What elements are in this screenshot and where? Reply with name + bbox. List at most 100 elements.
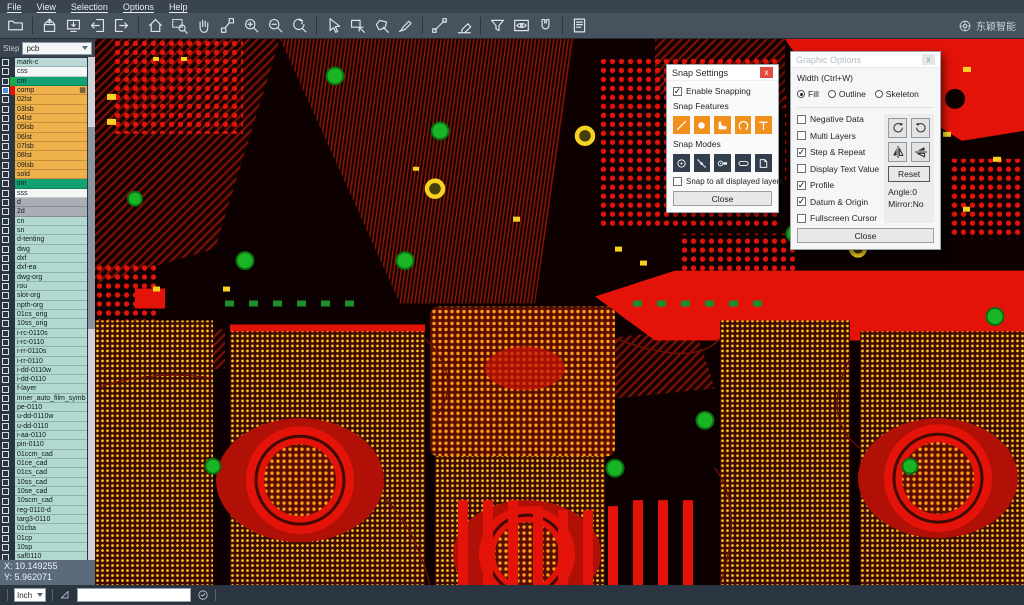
layer-visibility-checkbox[interactable] — [2, 451, 9, 458]
layer-visibility-checkbox[interactable] — [2, 134, 9, 141]
snap-mode-pad-icon[interactable] — [714, 154, 731, 172]
layer-visibility-checkbox[interactable] — [2, 246, 9, 253]
layer-row[interactable]: f-layer — [1, 384, 87, 393]
layer-visibility-checkbox[interactable] — [2, 96, 9, 103]
layer-row[interactable]: i-rc-0110s — [1, 329, 87, 338]
layer-visibility-checkbox[interactable] — [2, 106, 9, 113]
layer-row[interactable]: sm — [1, 179, 87, 188]
snap-settings-titlebar[interactable]: Snap Settings x — [667, 65, 778, 81]
brush-icon[interactable] — [394, 15, 417, 36]
layer-row[interactable]: 01cs_cad — [1, 468, 87, 477]
layer-visibility-checkbox[interactable] — [2, 208, 9, 215]
layer-row[interactable]: 06lst — [1, 133, 87, 142]
layer-row[interactable]: 05lsb — [1, 123, 87, 132]
filter-icon[interactable] — [486, 15, 509, 36]
layer-visibility-checkbox[interactable] — [2, 124, 9, 131]
home-icon[interactable] — [144, 15, 167, 36]
snap-feature-arc-icon[interactable] — [735, 116, 752, 134]
rot-cw-icon[interactable] — [888, 118, 907, 138]
option-checkbox[interactable]: ✓ — [797, 148, 806, 157]
scrollbar-thumb[interactable] — [88, 127, 95, 328]
option-checkbox[interactable]: ✓ — [797, 197, 806, 206]
layer-visibility-checkbox[interactable] — [2, 330, 9, 337]
layer-row[interactable]: 04lst — [1, 114, 87, 123]
layer-row[interactable]: 07lsb — [1, 142, 87, 151]
layer-visibility-checkbox[interactable] — [2, 152, 9, 159]
page-export-icon[interactable] — [110, 15, 133, 36]
menu-item-help[interactable]: Help — [169, 2, 188, 12]
layer-row[interactable]: dwg — [1, 245, 87, 254]
layer-visibility-checkbox[interactable] — [2, 554, 9, 560]
layer-visibility-checkbox[interactable] — [2, 348, 9, 355]
layer-visibility-checkbox[interactable] — [2, 283, 9, 290]
snap-feature-line-icon[interactable] — [673, 116, 690, 134]
layer-row[interactable]: pe-0110 — [1, 403, 87, 412]
option-checkbox[interactable]: ✓ — [797, 181, 806, 190]
layer-row[interactable]: inner_auto_film_symb — [1, 394, 87, 403]
option-display-text-value[interactable]: Display Text Value — [797, 164, 879, 174]
layer-visibility-checkbox[interactable] — [2, 292, 9, 299]
radio-skeleton[interactable]: Skeleton — [875, 89, 919, 99]
layer-row[interactable]: 01cba — [1, 524, 87, 533]
radio-outline[interactable]: Outline — [828, 89, 866, 99]
flip-v-icon[interactable] — [911, 142, 930, 162]
layer-row[interactable]: u-dd-0110w — [1, 412, 87, 421]
layer-row[interactable]: cm — [1, 77, 87, 86]
layer-row[interactable]: d-tenting — [1, 235, 87, 244]
unit-select[interactable]: Inch — [14, 588, 46, 602]
option-multi-layers[interactable]: Multi Layers — [797, 131, 879, 141]
layer-row[interactable]: i-aa-0110 — [1, 431, 87, 440]
option-negative-data[interactable]: Negative Data — [797, 114, 879, 124]
layer-row[interactable]: dwg-org — [1, 273, 87, 282]
snap-all-layers-option[interactable]: Snap to all displayed layers — [673, 177, 772, 186]
layer-visibility-checkbox[interactable] — [2, 414, 9, 421]
layer-visibility-checkbox[interactable] — [2, 423, 9, 430]
layer-visibility-checkbox[interactable] — [2, 507, 9, 514]
layer-row[interactable]: i-dd-0110 — [1, 375, 87, 384]
snap-close-button[interactable]: Close — [673, 191, 772, 206]
layer-visibility-checkbox[interactable] — [2, 227, 9, 234]
layer-visibility-checkbox[interactable] — [2, 190, 9, 197]
layer-visibility-checkbox[interactable] — [2, 59, 9, 66]
layer-row[interactable]: 03lsb — [1, 105, 87, 114]
layer-row[interactable]: 09lsb — [1, 161, 87, 170]
layer-row[interactable]: rou — [1, 282, 87, 291]
layer-row[interactable]: dxf — [1, 254, 87, 263]
snap-mode-center-icon[interactable] — [673, 154, 690, 172]
layer-visibility-checkbox[interactable] — [2, 498, 9, 505]
layer-row[interactable]: 01cp — [1, 534, 87, 543]
layer-visibility-checkbox[interactable] — [2, 274, 9, 281]
layer-visibility-checkbox[interactable] — [2, 143, 9, 150]
layer-row[interactable]: dxf-ea — [1, 263, 87, 272]
corner-tool-icon[interactable] — [59, 589, 71, 601]
layer-visibility-checkbox[interactable] — [2, 358, 9, 365]
layer-row[interactable]: mark-c — [1, 58, 87, 67]
apply-refresh-icon[interactable] — [197, 589, 209, 601]
zoom-area-icon[interactable] — [168, 15, 191, 36]
layer-row[interactable]: d — [1, 198, 87, 207]
layer-visibility-checkbox[interactable] — [2, 68, 9, 75]
close-icon[interactable]: x — [922, 54, 935, 65]
layer-visibility-checkbox[interactable] — [2, 218, 9, 225]
poly-select-icon[interactable] — [370, 15, 393, 36]
layer-visibility-checkbox[interactable] — [2, 264, 9, 271]
graphic-close-button[interactable]: Close — [797, 228, 934, 243]
close-icon[interactable]: x — [760, 67, 773, 78]
layer-row[interactable]: sold — [1, 170, 87, 179]
layer-row[interactable]: 08lst — [1, 151, 87, 160]
snap-feature-circle-icon[interactable] — [694, 116, 711, 134]
menu-item-selection[interactable]: Selection — [71, 2, 108, 12]
rect-select-icon[interactable] — [346, 15, 369, 36]
rot-ccw-icon[interactable] — [911, 118, 930, 138]
cursor-select-icon[interactable] — [322, 15, 345, 36]
radio-fill[interactable]: Fill — [797, 89, 819, 99]
menu-item-options[interactable]: Options — [123, 2, 154, 12]
layer-row[interactable]: 10ss_cad — [1, 478, 87, 487]
snap-feature-corner-icon[interactable] — [714, 116, 731, 134]
active-layer-badge[interactable]: ▦ — [78, 86, 87, 95]
option-datum-origin[interactable]: ✓Datum & Origin — [797, 197, 879, 207]
layer-visibility-checkbox[interactable] — [2, 470, 9, 477]
package-up-icon[interactable] — [38, 15, 61, 36]
step-select[interactable]: pcb — [22, 42, 92, 55]
layer-visibility-checkbox[interactable] — [2, 311, 9, 318]
